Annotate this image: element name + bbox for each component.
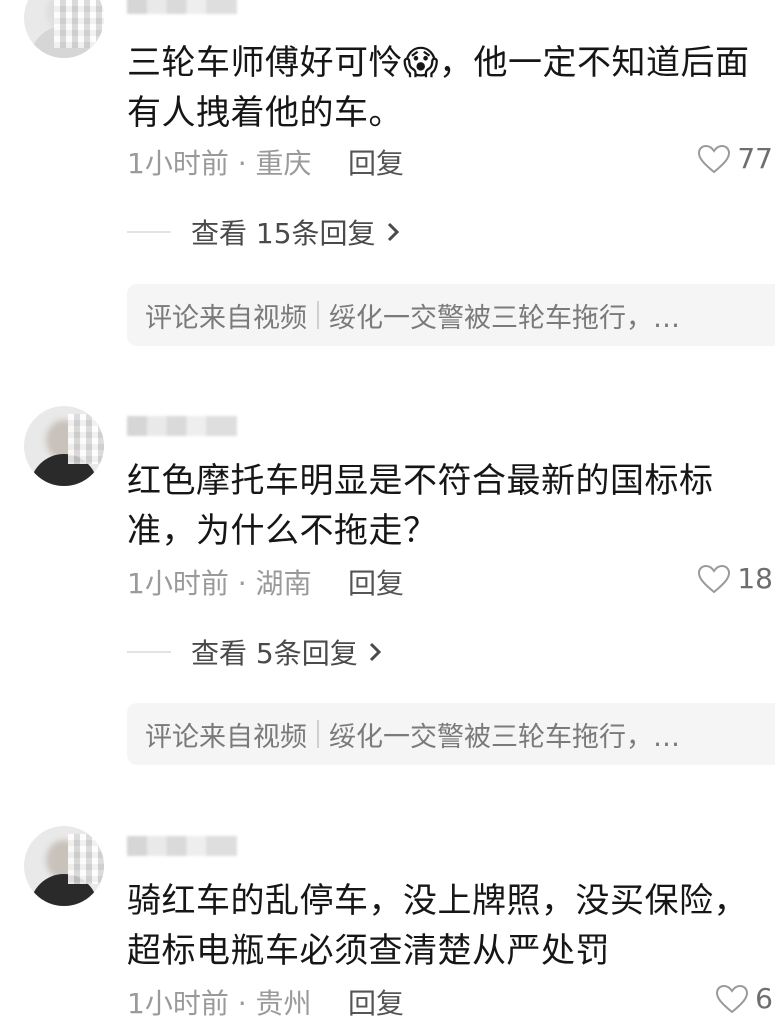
heart-outline-icon: [698, 564, 731, 593]
source-prefix: 评论来自视频: [145, 721, 307, 753]
view-replies-label: 查看 15条回复: [191, 217, 376, 250]
divider: [127, 231, 171, 233]
like-count: 77: [737, 142, 773, 175]
like-count: 6: [755, 982, 773, 1015]
video-source-link[interactable]: 评论来自视频 绥化一交警被三轮车拖行，…: [127, 703, 775, 765]
source-title: 绥化一交警被三轮车拖行，…: [329, 302, 680, 334]
like-count: 18: [737, 562, 773, 595]
username-blurred[interactable]: [127, 836, 237, 856]
avatar[interactable]: [24, 406, 104, 486]
divider: [317, 720, 319, 748]
source-prefix: 评论来自视频: [145, 302, 307, 334]
view-replies-button[interactable]: 查看 5条回复: [127, 632, 382, 672]
reply-button[interactable]: 回复: [348, 142, 404, 182]
comment-time-location: 1小时前 · 重庆: [127, 147, 312, 180]
comment-time-location: 1小时前 · 湖南: [127, 567, 312, 600]
reply-button[interactable]: 回复: [348, 982, 404, 1022]
comment-text: 三轮车师傅好可怜😱，他一定不知道后面有人拽着他的车。: [127, 43, 750, 133]
username-blurred[interactable]: [127, 416, 237, 436]
like-button[interactable]: 77: [697, 142, 773, 175]
like-button[interactable]: 18: [697, 562, 773, 595]
avatar[interactable]: [24, 826, 104, 906]
divider: [317, 301, 319, 329]
username-blurred[interactable]: [127, 0, 237, 14]
view-replies-label: 查看 5条回复: [191, 637, 358, 670]
divider: [127, 651, 171, 653]
comment-text: 红色摩托车明显是不符合最新的国标标准，为什么不拖走？: [127, 461, 714, 551]
heart-outline-icon: [698, 144, 731, 173]
heart-outline-icon: [716, 984, 749, 1013]
source-title: 绥化一交警被三轮车拖行，…: [329, 721, 680, 753]
reply-button[interactable]: 回复: [348, 562, 404, 602]
avatar[interactable]: [24, 0, 104, 58]
video-source-link[interactable]: 评论来自视频 绥化一交警被三轮车拖行，…: [127, 284, 775, 346]
chevron-right-icon: [387, 222, 399, 242]
view-replies-button[interactable]: 查看 15条回复: [127, 212, 400, 252]
comment-text: 骑红车的乱停车，没上牌照，没买保险，超标电瓶车必须查清楚从严处罚: [127, 881, 748, 971]
like-button[interactable]: 6: [715, 982, 773, 1015]
comment-time-location: 1小时前 · 贵州: [127, 987, 312, 1020]
chevron-right-icon: [369, 642, 381, 662]
